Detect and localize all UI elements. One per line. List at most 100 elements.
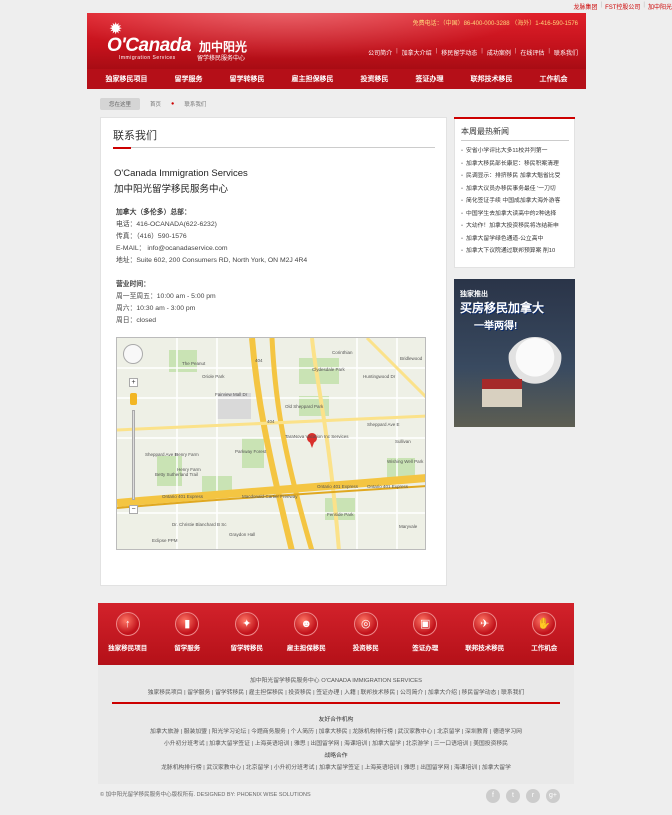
breadcrumb-current: 联系我们 <box>184 102 207 108</box>
network-icon: ✦ <box>234 612 259 636</box>
footer-links-main[interactable]: 独家移民项目 | 留学服务 | 留学转移民 | 雇主担保移民 | 投资移民 | … <box>98 687 574 696</box>
map-label-peanut: The Peanut <box>182 361 206 366</box>
top-link-ocanada[interactable]: 加中阳光 <box>648 2 672 14</box>
footer-item-investment[interactable]: ◎ 投资移民 <box>339 612 393 652</box>
footer-partners-label: 友好合作机构 <box>318 717 354 723</box>
company-name-en: O'Canada Immigration Services <box>114 168 248 179</box>
nav-visa[interactable]: 签证办理 <box>416 74 444 84</box>
news-item[interactable]: 中国学生去加拿大读高中的2种选择 <box>461 208 571 221</box>
map-label-macdonald: Macdonald-Cartier Freeway <box>242 494 298 499</box>
footer-item-visa[interactable]: ▣ 签证办理 <box>398 612 452 652</box>
twitter-icon[interactable]: t <box>506 789 520 803</box>
news-item[interactable]: 加拿大留学绿色通道-公立高中 <box>461 233 571 246</box>
news-item[interactable]: 安省小学评比大多11校并列第一 <box>461 145 571 158</box>
hot-news-title: 本周最热新闻 <box>461 127 509 136</box>
map-label-ontario3: Ontario 401 Express <box>367 484 409 489</box>
map-label-ontario: Ontario 401 Express <box>162 494 204 499</box>
map-label-dr: Dr. Christie Blanchard B Sc <box>172 522 227 527</box>
globe-icon: ◎ <box>353 612 378 636</box>
hand-icon: ✋ <box>532 612 557 636</box>
subnav-about[interactable]: 公司简介 <box>368 48 392 57</box>
footer-item-study-to-immigrate[interactable]: ✦ 留学转移民 <box>220 612 274 652</box>
nav-federal-skilled[interactable]: 联邦技术移民 <box>471 74 513 84</box>
plane-icon: ✈ <box>472 612 497 636</box>
promo-line3: 一举两得! <box>474 321 518 332</box>
map-label-maryvale: Maryvale <box>399 524 418 529</box>
map-graphic: The Peanut Oriole Park Corinthian Bridle… <box>117 338 425 549</box>
map-label-eclipse: Eclipse PPM <box>152 538 178 543</box>
address-line: 地址：Suite 602, 200 Consumers RD, North Yo… <box>116 257 308 264</box>
subnav-news[interactable]: 移民留学动态 <box>441 48 477 57</box>
pegman-icon[interactable] <box>130 393 137 405</box>
footer-strategy-label: 战略合作 <box>324 753 348 759</box>
map-label-wishing: Wishing Well Park <box>387 459 424 464</box>
nav-study-to-immigrate[interactable]: 留学转移民 <box>230 74 265 84</box>
rss-icon[interactable]: r <box>526 789 540 803</box>
map-label-clydesdale: Clydesdale Park <box>312 367 346 372</box>
news-item[interactable]: 加拿大议员办移民事务最佳 '一刀切 <box>461 183 571 196</box>
nav-investment[interactable]: 投资移民 <box>361 74 389 84</box>
map-label-huntingwood: Huntingwood Dr <box>363 374 396 379</box>
footer-item-exclusive[interactable]: ↑ 独家移民项目 <box>101 612 155 652</box>
site-header: ✹ O'Canada Immigration Services 加中阳光 留学移… <box>87 13 586 69</box>
footer-partner-links-1[interactable]: 加拿大旅游 | 服装加盟 | 阳光学习论坛 | 今题商务服务 | 个人简历 | … <box>98 726 574 735</box>
map-label-betty: Betty Sutherland Trail <box>155 472 198 477</box>
breadcrumb-home[interactable]: 首页 <box>150 100 161 108</box>
map-label-ontario2: Ontario 401 Express <box>317 484 359 489</box>
footer-item-employer[interactable]: ☻ 雇主担保移民 <box>279 612 333 652</box>
subnav-assessment[interactable]: 在线评估 <box>520 48 544 57</box>
hours-label: 营业时间： <box>116 281 150 288</box>
news-item[interactable]: 加拿大下议院通过联邦预算案 削10 <box>461 245 571 258</box>
company-name-cn: 加中阳光留学移民服务中心 <box>114 184 229 195</box>
breadcrumb-separator-icon: ● <box>171 101 175 107</box>
google-plus-icon[interactable]: g+ <box>546 789 560 803</box>
subnav-contact[interactable]: 联系我们 <box>554 48 578 57</box>
hours-weekday: 周一至周五：10:00 am - 5:00 pm <box>116 293 216 300</box>
top-link-fst[interactable]: FST控股公司 <box>605 2 640 14</box>
map-label-sheppard-e: Sheppard Ave E <box>367 422 399 427</box>
footer-strategy-links[interactable]: 龙脉机构排行榜 | 武汉家教中心 | 北京留学 | 小升初分班考试 | 加拿大留… <box>98 762 574 771</box>
footer-item-jobs[interactable]: ✋ 工作机会 <box>517 612 571 652</box>
hours-sunday: 周日：closed <box>116 317 157 324</box>
map-zoom-slider[interactable] <box>132 410 135 500</box>
footer-item-federal[interactable]: ✈ 联邦技术移民 <box>458 612 512 652</box>
logo[interactable]: O'Canada <box>107 35 191 57</box>
map-label-fenside: Fenside Park <box>327 512 354 517</box>
map-label-oriole: Oriole Park <box>202 374 225 379</box>
map-label-404a: 404 <box>255 358 263 363</box>
breadcrumb-here: 您在这里 <box>100 98 141 110</box>
main-nav: 独家移民项目 留学服务 留学转移民 雇主担保移民 投资移民 签证办理 联邦技术移… <box>87 69 586 89</box>
subnav-cases[interactable]: 成功案例 <box>487 48 511 57</box>
nav-exclusive[interactable]: 独家移民项目 <box>106 74 148 84</box>
news-item[interactable]: 简化签证手续 中国成加拿大海外游客 <box>461 195 571 208</box>
nav-jobs[interactable]: 工作机会 <box>540 74 568 84</box>
map-label-oldsheppard: Old Sheppard Park <box>285 404 324 409</box>
map-zoom-out-button[interactable]: − <box>129 505 138 514</box>
map-label-taranova: TaraNova Vacation Inc Services <box>285 434 349 439</box>
phone-line: 电话：416-OCANADA(622-6232) <box>116 221 217 228</box>
promo-banner[interactable]: 独家推出 买房移民加拿大 一举两得! <box>454 279 575 427</box>
footer-service-icons: ↑ 独家移民项目 ▮ 留学服务 ✦ 留学转移民 ☻ 雇主担保移民 ◎ 投资移民 ▣ 签证办理… <box>98 603 574 665</box>
subnav-canada[interactable]: 加拿大介绍 <box>402 48 432 57</box>
location-map[interactable]: The Peanut Oriole Park Corinthian Bridle… <box>116 337 426 550</box>
logo-subtitle: Immigration Services <box>119 55 176 61</box>
news-item[interactable]: 大幼作！加拿大投资移民将冻结新申 <box>461 220 571 233</box>
email-line[interactable]: E-MAIL： info@ocanadaservice.com <box>116 242 228 252</box>
map-label-sullivan: Sullivan <box>395 439 411 444</box>
news-item[interactable]: 加拿大移民部长康尼：移民积案清理 <box>461 158 571 171</box>
nav-employer[interactable]: 雇主担保移民 <box>292 74 334 84</box>
footer-partner-links-2[interactable]: 小升初分班考试 | 加拿大留学签证 | 上海英语培训 | 雅思 | 出国留学网 … <box>98 738 574 747</box>
brand-subtitle-cn: 留学移民服务中心 <box>197 56 246 62</box>
promo-line1: 独家推出 <box>460 291 488 298</box>
map-label-corinthian: Corinthian <box>332 350 353 355</box>
map-pan-control[interactable] <box>123 344 143 364</box>
map-zoom-in-button[interactable]: + <box>129 378 138 387</box>
footer-item-study[interactable]: ▮ 留学服务 <box>160 612 214 652</box>
facebook-icon[interactable]: f <box>486 789 500 803</box>
nav-study[interactable]: 留学服务 <box>175 74 203 84</box>
map-label-graydon: Graydon Hall <box>229 532 255 537</box>
footer-company: 加中阳光留学移民服务中心 O'CANADA IMMIGRATION SERVIC… <box>250 678 422 684</box>
hours-saturday: 周六：10:30 am - 3:00 pm <box>116 305 196 312</box>
news-item[interactable]: 民调显示：排挤移民 加拿大魁省比受 <box>461 170 571 183</box>
map-label-henry1: Henry Farm <box>175 452 199 457</box>
